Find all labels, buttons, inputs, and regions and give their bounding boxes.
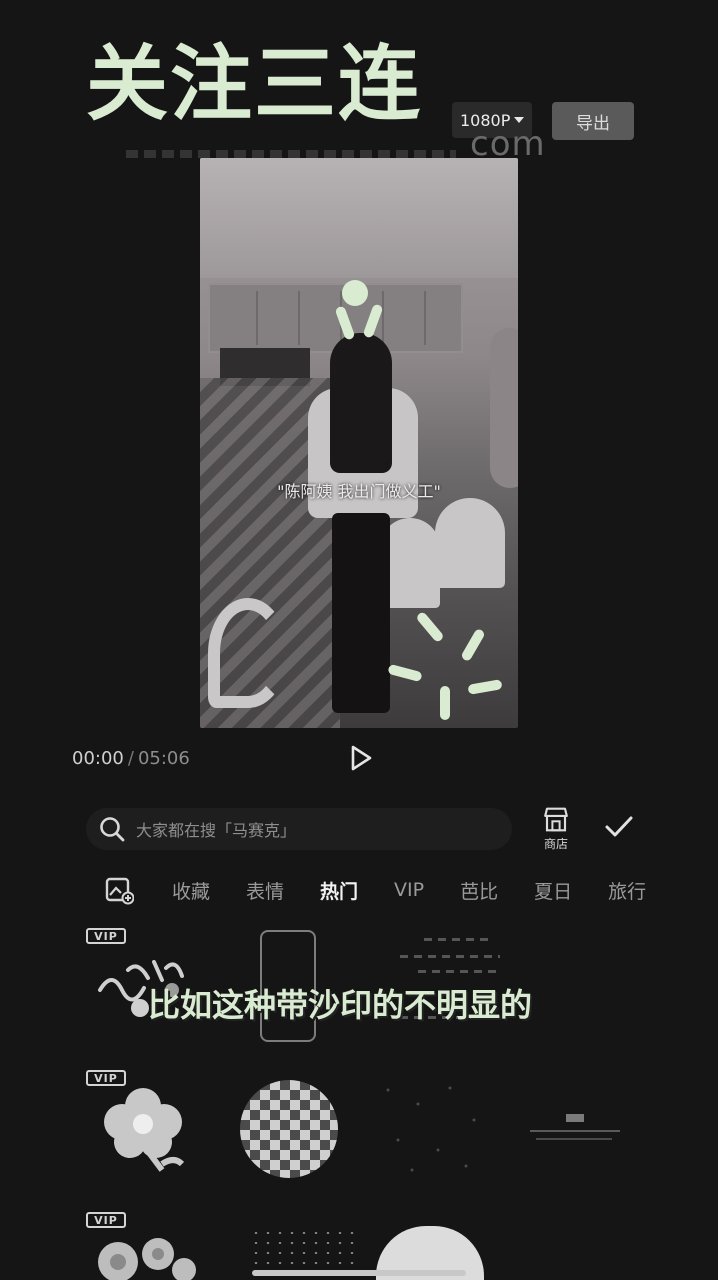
tab-travel[interactable]: 旅行 <box>608 877 646 904</box>
sticker-search[interactable]: 大家都在搜「马赛克」 <box>86 808 512 850</box>
sticker-text-line <box>400 955 500 958</box>
store-button[interactable]: 商店 <box>536 806 576 852</box>
video-preview[interactable]: "陈阿姨 我出门做义工" <box>200 158 518 728</box>
sticker-spark <box>460 627 486 663</box>
home-indicator <box>252 1270 466 1276</box>
sticker-mosaic[interactable] <box>240 1080 338 1178</box>
current-time: 00:00 <box>72 748 124 769</box>
tab-summer[interactable]: 夏日 <box>534 877 572 904</box>
sticker-text-line <box>418 970 502 973</box>
export-button[interactable]: 导出 <box>552 102 634 140</box>
video-subtitle: 比如这种带沙印的不明显的 <box>148 986 533 1024</box>
sticker-spark <box>440 686 450 720</box>
time-separator: / <box>127 748 134 769</box>
tab-hot[interactable]: 热门 <box>320 877 358 904</box>
sticker-flower[interactable] <box>100 1082 186 1172</box>
scene-girl <box>300 333 418 713</box>
sticker-spark <box>467 679 503 695</box>
search-placeholder: 大家都在搜「马赛克」 <box>136 821 297 840</box>
add-image-icon[interactable] <box>104 875 134 905</box>
tab-emoji[interactable]: 表情 <box>246 877 284 904</box>
scene-person <box>490 328 518 488</box>
tab-favorites[interactable]: 收藏 <box>172 877 210 904</box>
sticker-bubbles[interactable] <box>88 1226 198 1280</box>
overlay-title: 关注三连 <box>86 37 423 132</box>
search-icon <box>100 817 125 842</box>
confirm-check-icon[interactable] <box>604 814 634 840</box>
watermark-line <box>126 150 456 158</box>
tab-barbie[interactable]: 芭比 <box>460 877 498 904</box>
category-tabs: 收藏 表情 热门 VIP 芭比 夏日 旅行 <box>104 872 682 908</box>
store-icon <box>544 807 568 832</box>
scene-chair <box>435 498 505 588</box>
store-label: 商店 <box>543 837 568 851</box>
sticker-label-bar[interactable] <box>526 1110 626 1150</box>
sticker-squiggle <box>208 598 288 708</box>
tab-vip[interactable]: VIP <box>394 879 424 901</box>
sticker-ring <box>342 280 368 306</box>
time-readout: 00:00/05:06 <box>72 748 190 769</box>
sticker-dots[interactable] <box>250 1228 360 1276</box>
sticker-sparkle-dots[interactable] <box>378 1080 488 1180</box>
sticker-text-block[interactable] <box>424 938 492 941</box>
video-caption: "陈阿姨 我出门做义工" <box>277 482 441 501</box>
total-time: 05:06 <box>137 748 190 769</box>
scene-ceiling <box>200 158 518 278</box>
vip-badge: VIP <box>86 928 126 944</box>
play-icon[interactable] <box>348 744 374 772</box>
sticker-spark <box>415 610 445 644</box>
chevron-down-icon <box>514 117 525 123</box>
